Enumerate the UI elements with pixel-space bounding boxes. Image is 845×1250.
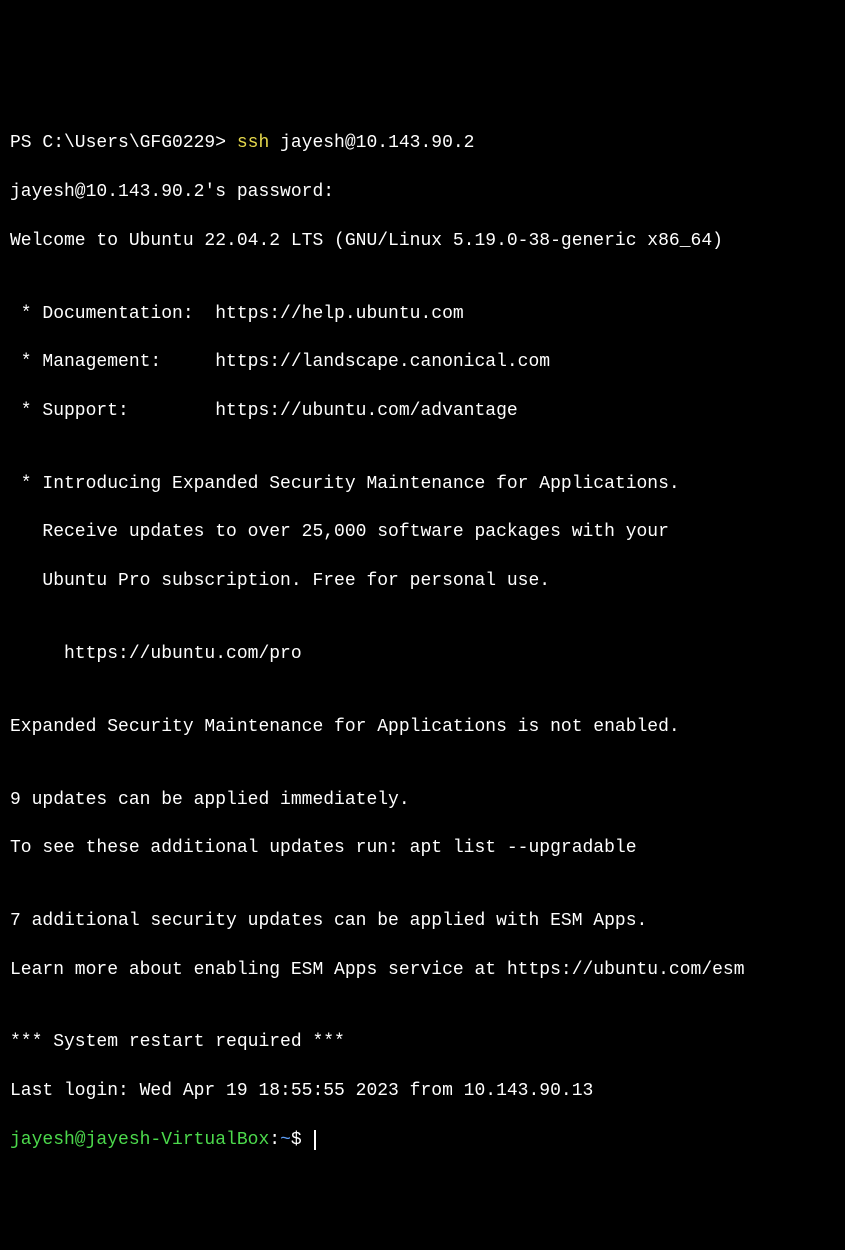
prompt-user-host: jayesh@jayesh-VirtualBox (10, 1130, 269, 1150)
last-login: Last login: Wed Apr 19 18:55:55 2023 fro… (10, 1079, 835, 1103)
ubuntu-pro-link: https://ubuntu.com/pro (10, 642, 835, 666)
management-link: * Management: https://landscape.canonica… (10, 350, 835, 374)
esm-intro-2: Receive updates to over 25,000 software … (10, 520, 835, 544)
ps-line: PS C:\Users\GFG0229> ssh jayesh@10.143.9… (10, 131, 835, 155)
ssh-arguments: jayesh@10.143.90.2 (269, 133, 474, 153)
prompt-path: ~ (280, 1130, 291, 1150)
prompt-separator: : (269, 1130, 280, 1150)
security-updates: 7 additional security updates can be app… (10, 909, 835, 933)
updates-count: 9 updates can be applied immediately. (10, 788, 835, 812)
ssh-command: ssh (237, 133, 269, 153)
password-prompt: jayesh@10.143.90.2's password: (10, 180, 835, 204)
esm-learn-more: Learn more about enabling ESM Apps servi… (10, 958, 835, 982)
esm-intro-3: Ubuntu Pro subscription. Free for person… (10, 569, 835, 593)
updates-hint: To see these additional updates run: apt… (10, 836, 835, 860)
prompt-dollar: $ (291, 1130, 313, 1150)
documentation-link: * Documentation: https://help.ubuntu.com (10, 302, 835, 326)
support-link: * Support: https://ubuntu.com/advantage (10, 399, 835, 423)
shell-prompt-line[interactable]: jayesh@jayesh-VirtualBox:~$ (10, 1128, 835, 1152)
cursor-icon (314, 1130, 316, 1150)
welcome-message: Welcome to Ubuntu 22.04.2 LTS (GNU/Linux… (10, 229, 835, 253)
ps-prompt: PS C:\Users\GFG0229> (10, 133, 237, 153)
restart-required: *** System restart required *** (10, 1030, 835, 1054)
esm-intro-1: * Introducing Expanded Security Maintena… (10, 472, 835, 496)
terminal-output[interactable]: PS C:\Users\GFG0229> ssh jayesh@10.143.9… (10, 107, 835, 1176)
esm-disabled: Expanded Security Maintenance for Applic… (10, 715, 835, 739)
